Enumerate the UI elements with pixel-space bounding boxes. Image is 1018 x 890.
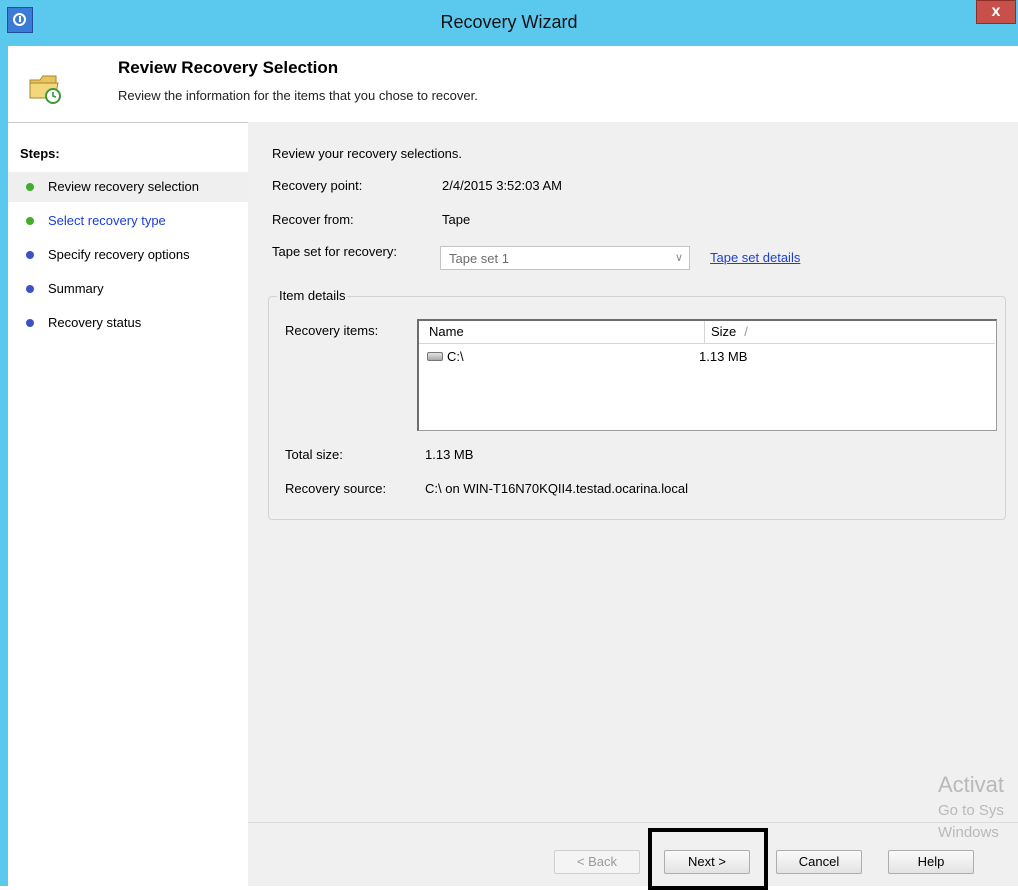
help-button[interactable]: Help <box>888 850 974 874</box>
column-header-name[interactable]: Name <box>419 321 705 343</box>
step-specify-recovery-options: Specify recovery options <box>8 240 248 270</box>
close-button[interactable]: x <box>976 0 1016 24</box>
page-subtitle: Review the information for the items tha… <box>118 88 478 103</box>
step-label: Summary <box>48 281 104 296</box>
recovery-point-value: 2/4/2015 3:52:03 AM <box>442 178 562 193</box>
back-button[interactable]: < Back <box>554 850 640 874</box>
chevron-down-icon: ∨ <box>674 252 683 264</box>
step-status-dot <box>26 251 34 259</box>
main-panel: Review your recovery selections. Recover… <box>248 122 1018 890</box>
total-size-value: 1.13 MB <box>425 447 474 462</box>
recovery-items-label: Recovery items: <box>285 323 379 338</box>
step-label: Recovery status <box>48 315 142 330</box>
tape-set-selected: Tape set 1 <box>449 251 509 266</box>
column-header-size-label: Size <box>711 324 737 339</box>
recover-from-label: Recover from: <box>272 212 354 227</box>
tape-set-dropdown[interactable]: Tape set 1 ∨ <box>440 246 690 270</box>
step-status-dot <box>26 319 34 327</box>
recovery-point-label: Recovery point: <box>272 178 363 193</box>
step-select-recovery-type[interactable]: Select recovery type <box>8 206 248 236</box>
step-summary: Summary <box>8 274 248 304</box>
item-size: 1.13 MB <box>699 349 748 364</box>
window-frame-left <box>0 46 8 886</box>
recovery-items-list[interactable]: Name Size / C:\ 1.13 MB <box>417 319 997 431</box>
item-details-title: Item details <box>277 288 348 303</box>
step-label: Specify recovery options <box>48 247 190 262</box>
step-label: Review recovery selection <box>48 179 200 194</box>
cancel-button[interactable]: Cancel <box>776 850 862 874</box>
intro-text: Review your recovery selections. <box>272 146 463 161</box>
highlight-box <box>648 828 768 890</box>
list-header: Name Size / <box>419 321 995 344</box>
drive-icon <box>427 352 443 361</box>
activation-watermark-sub: Go to Sys <box>938 802 1004 819</box>
step-status-dot <box>26 217 34 225</box>
item-name: C:\ <box>447 349 464 364</box>
step-review-recovery-selection: Review recovery selection <box>8 172 248 202</box>
tape-set-label: Tape set for recovery: <box>272 244 397 259</box>
step-status-dot <box>26 285 34 293</box>
folder-recovery-icon <box>29 75 61 104</box>
activation-watermark-sub2: Windows <box>938 824 999 841</box>
steps-panel: Steps: Review recovery selection Select … <box>8 132 248 886</box>
recovery-source-label: Recovery source: <box>285 481 387 496</box>
list-item[interactable]: C:\ 1.13 MB <box>419 347 995 367</box>
title-bar: Recovery Wizard x <box>0 0 1018 46</box>
step-recovery-status: Recovery status <box>8 308 248 338</box>
step-label[interactable]: Select recovery type <box>48 213 166 228</box>
footer-divider <box>248 822 1018 823</box>
recovery-source-value: C:\ on WIN-T16N70KQII4.testad.ocarina.lo… <box>425 481 689 496</box>
sort-indicator-icon: / <box>744 324 748 339</box>
item-details-group: Item details Recovery items: Name Size / … <box>268 288 1006 520</box>
page-title: Review Recovery Selection <box>118 58 339 77</box>
recover-from-value: Tape <box>442 212 471 227</box>
column-header-size[interactable]: Size / <box>705 321 995 343</box>
window-title: Recovery Wizard <box>440 12 578 32</box>
tape-set-details-link[interactable]: Tape set details <box>710 250 800 265</box>
steps-heading: Steps: <box>20 146 60 161</box>
activation-watermark: Activat <box>938 772 1005 797</box>
wizard-header: Review Recovery Selection Review the inf… <box>8 46 1018 123</box>
step-status-dot <box>26 183 34 191</box>
total-size-label: Total size: <box>285 447 343 462</box>
